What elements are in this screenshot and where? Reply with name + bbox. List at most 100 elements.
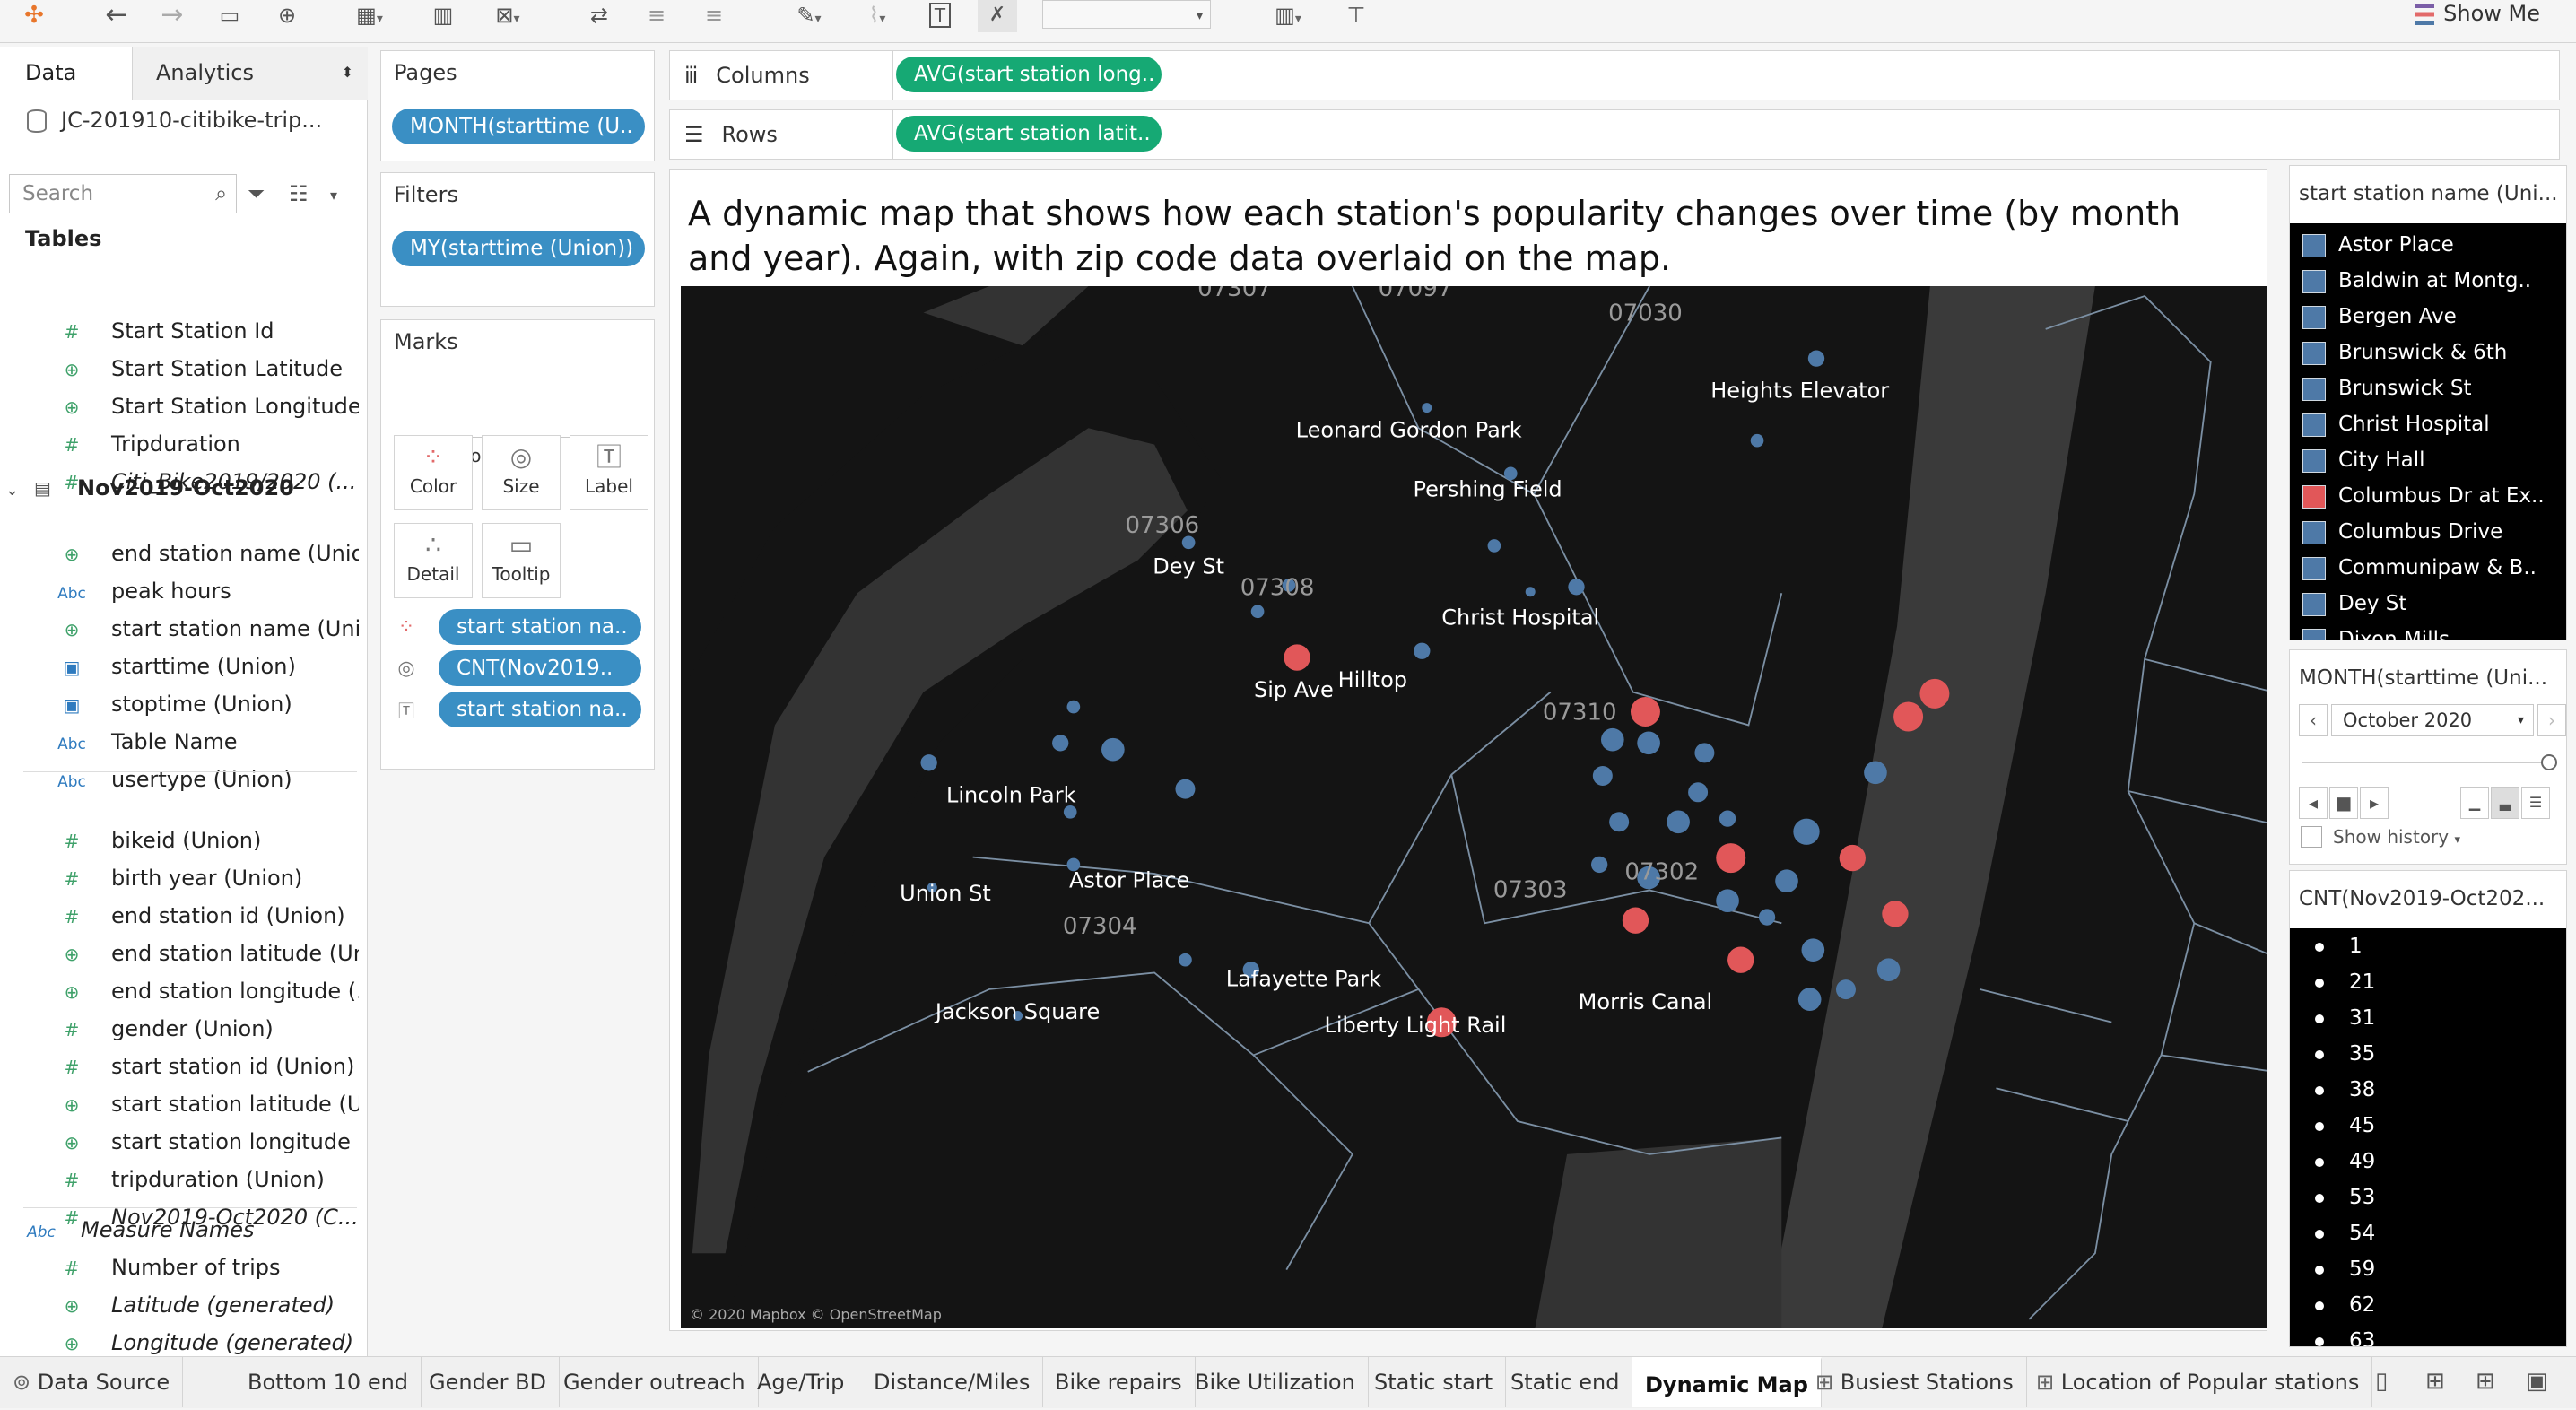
station-mark[interactable] <box>1716 843 1746 874</box>
station-mark[interactable] <box>1637 731 1660 755</box>
field-item[interactable]: Abc Measure Names <box>0 1211 328 1249</box>
speed-fast-icon[interactable]: ☰ <box>2521 787 2550 819</box>
station-mark[interactable] <box>1727 946 1754 973</box>
size-legend-item[interactable]: 45 <box>2290 1108 2566 1144</box>
sheet-tab[interactable]: Bike repairs <box>1042 1357 1196 1407</box>
play-icon[interactable]: ▸ <box>2360 787 2389 819</box>
legend-item[interactable]: Dey St <box>2290 586 2566 622</box>
station-mark[interactable] <box>1568 579 1585 596</box>
page-slider-handle[interactable] <box>2541 754 2557 770</box>
tab-data[interactable]: Data <box>0 47 133 100</box>
station-mark[interactable] <box>1719 810 1736 827</box>
chevron-right-icon[interactable]: › <box>2537 704 2566 736</box>
station-mark[interactable] <box>1758 909 1776 926</box>
datasource-item[interactable]: JC-201910-citibike-trip... <box>27 108 322 133</box>
legend-item[interactable]: Astor Place <box>2290 227 2566 263</box>
station-mark[interactable] <box>1775 869 1798 893</box>
swap-icon[interactable]: ⇄ <box>581 0 617 32</box>
legend-item[interactable]: Bergen Ave <box>2290 299 2566 335</box>
page-slider-track[interactable] <box>2302 762 2545 763</box>
station-mark[interactable] <box>1864 761 1887 785</box>
marks-color-pill[interactable]: start station na.. <box>439 609 641 645</box>
tooltip-button[interactable]: ▭ Tooltip <box>482 523 561 598</box>
station-mark[interactable] <box>1893 701 1924 732</box>
field-item[interactable]: ⊕ end station latitude (Un... <box>0 935 359 972</box>
chart-icon[interactable]: ▥▾ <box>1261 0 1315 32</box>
station-mark[interactable] <box>1052 735 1069 752</box>
step-back-icon[interactable]: ◂ <box>2299 787 2328 819</box>
station-mark[interactable] <box>1919 678 1950 709</box>
field-item[interactable]: # gender (Union) <box>0 1010 359 1048</box>
chevron-down-icon[interactable]: ⌄ <box>5 481 19 500</box>
station-mark[interactable] <box>920 754 937 771</box>
sheet-tab[interactable]: Dynamic Map <box>1632 1357 1822 1407</box>
new-dashboard-icon[interactable]: ⊞ <box>2476 1368 2495 1395</box>
fix-axes-icon[interactable]: ✗ <box>978 0 1017 32</box>
legend-item[interactable]: Columbus Drive <box>2290 514 2566 550</box>
station-mark[interactable] <box>1422 403 1432 413</box>
new-story-icon[interactable]: ▣ <box>2526 1368 2548 1395</box>
presentation-icon[interactable]: ⊤ <box>1338 0 1374 32</box>
new-worksheet-icon[interactable]: ⊞ <box>2425 1368 2445 1395</box>
paperclip-icon[interactable]: ⌇▾ <box>850 0 904 32</box>
station-mark[interactable] <box>1688 782 1709 803</box>
station-mark[interactable] <box>1630 697 1660 727</box>
field-item[interactable]: ⊕ Latitude (generated) <box>0 1286 359 1324</box>
marks-label-pill[interactable]: start station na.. <box>439 692 641 727</box>
speed-slow-icon[interactable]: ▁ <box>2460 787 2489 819</box>
field-item[interactable]: # start station id (Union) <box>0 1048 359 1085</box>
stop-icon[interactable]: ■ <box>2329 787 2358 819</box>
columns-pill[interactable]: AVG(start station long.. <box>896 57 1162 92</box>
legend-item[interactable]: Dixon Mills <box>2290 622 2566 640</box>
show-me-button[interactable]: Show Me <box>2415 0 2540 27</box>
sort-descending-icon[interactable]: ≡ <box>696 0 732 32</box>
station-mark[interactable] <box>1716 889 1739 913</box>
station-mark[interactable] <box>1175 779 1196 799</box>
page-select[interactable]: October 2020 ▾ <box>2331 704 2534 736</box>
save-icon[interactable]: ▭ <box>212 0 248 32</box>
field-item[interactable]: Abc peak hours <box>0 572 359 610</box>
size-legend-item[interactable]: 63 <box>2290 1323 2566 1346</box>
sheet-tab[interactable]: Static start <box>1362 1357 1507 1407</box>
station-mark[interactable] <box>1882 901 1909 927</box>
legend-item[interactable]: Columbus Dr at Ex.. <box>2290 478 2566 514</box>
size-legend-item[interactable]: 31 <box>2290 1000 2566 1036</box>
station-mark[interactable] <box>1592 765 1613 786</box>
station-mark[interactable] <box>1622 907 1649 934</box>
show-history-checkbox[interactable] <box>2301 826 2322 848</box>
station-mark[interactable] <box>1066 700 1081 714</box>
show-history-label[interactable]: Show history ▾ <box>2333 826 2460 848</box>
field-item[interactable]: # Number of trips <box>0 1249 359 1286</box>
sheet-tab[interactable]: ⊚ Data Source <box>0 1357 184 1407</box>
fit-dropdown[interactable]: ▾ <box>1042 0 1211 29</box>
new-worksheet-icon[interactable]: ▦▾ <box>352 0 387 32</box>
sheet-tab[interactable]: Gender outreach <box>551 1357 759 1407</box>
size-legend-item[interactable]: 21 <box>2290 964 2566 1000</box>
station-mark[interactable] <box>1801 938 1825 962</box>
clear-icon[interactable]: ⊠▾ <box>481 0 535 32</box>
station-mark[interactable] <box>1807 350 1825 367</box>
station-mark[interactable] <box>1797 988 1822 1011</box>
sheet-tab[interactable]: ⊞ Busiest Stations <box>1803 1357 2027 1407</box>
station-mark[interactable] <box>1750 433 1764 448</box>
duplicate-icon[interactable]: ▥ <box>425 0 461 32</box>
size-button[interactable]: ◎ Size <box>482 435 561 510</box>
field-item[interactable]: # end station id (Union) <box>0 897 359 935</box>
size-legend-item[interactable]: 59 <box>2290 1251 2566 1287</box>
label-button[interactable]: 🅃 Label <box>570 435 648 510</box>
field-item[interactable]: ⊕ end station longitude (... <box>0 972 359 1010</box>
legend-item[interactable]: Christ Hospital <box>2290 406 2566 442</box>
station-mark[interactable] <box>1694 743 1715 763</box>
label-icon[interactable]: T <box>922 0 958 32</box>
map[interactable]: 07307 07097 07030 07306 07308 07310 07302 07304… <box>681 286 2267 1328</box>
legend-item[interactable]: Brunswick St <box>2290 370 2566 406</box>
station-mark[interactable] <box>1835 979 1856 1000</box>
speed-medium-icon[interactable]: ▃ <box>2491 787 2519 819</box>
size-legend-item[interactable]: 1 <box>2290 928 2566 964</box>
size-legend-item[interactable]: 49 <box>2290 1144 2566 1179</box>
station-mark[interactable] <box>1179 953 1192 967</box>
field-item[interactable]: ▣ starttime (Union) <box>0 648 359 685</box>
field-item[interactable]: ⊕ Start Station Longitude <box>0 387 359 425</box>
filters-pill[interactable]: MY(starttime (Union)) <box>392 231 645 266</box>
legend-item[interactable]: Communipaw & B.. <box>2290 550 2566 586</box>
